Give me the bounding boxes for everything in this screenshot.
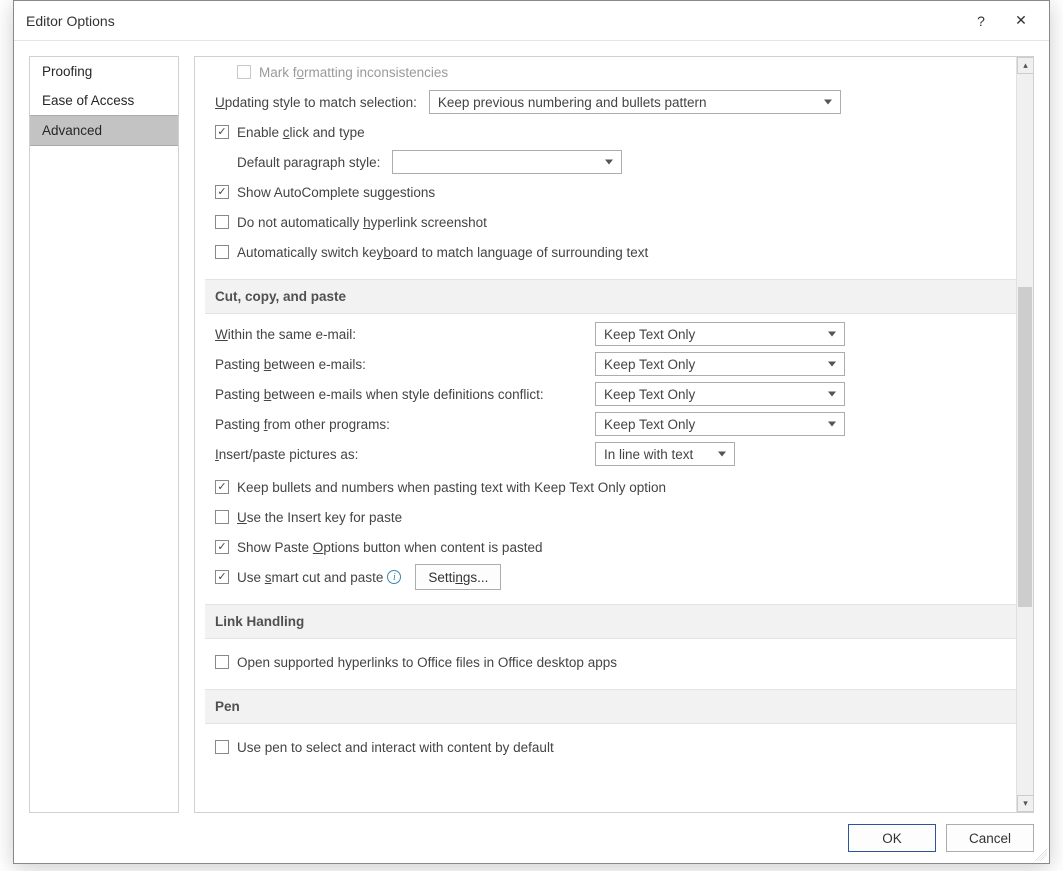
dialog-footer: OK Cancel [14,813,1049,863]
row-use-pen-select: Use pen to select and interact with cont… [205,732,1016,762]
checkbox-auto-switch-keyboard[interactable] [215,245,229,259]
label-keep-bullets: Keep bullets and numbers when pasting te… [237,480,666,495]
row-show-autocomplete: Show AutoComplete suggestions [205,177,1016,207]
checkbox-mark-formatting[interactable] [237,65,251,79]
label-mark-formatting: Mark formatting inconsistencies [259,65,448,80]
select-between[interactable]: Keep Text Only [595,352,845,376]
label-enable-click-type: Enable click and type [237,125,365,140]
close-icon: ✕ [1015,12,1027,29]
label-within-same: Within the same e-mail: [215,323,595,346]
help-button[interactable]: ? [961,5,1001,37]
sidebar: Proofing Ease of Access Advanced [29,56,179,813]
content-scroll: Mark formatting inconsistencies Updating… [195,57,1016,812]
select-from-other[interactable]: Keep Text Only [595,412,845,436]
select-default-paragraph-style[interactable] [392,150,622,174]
row-use-insert-key: Use the Insert key for paste [205,502,1016,532]
row-updating-style: Updating style to match selection: Keep … [205,87,1016,117]
select-insert-pictures-value: In line with text [604,447,693,462]
select-between-conflict-value: Keep Text Only [604,387,695,402]
label-no-auto-hyperlink: Do not automatically hyperlink screensho… [237,215,487,230]
dialog-body: Proofing Ease of Access Advanced Mark fo… [14,41,1049,813]
vertical-scrollbar[interactable]: ▴ ▾ [1016,57,1033,812]
scroll-up-arrow[interactable]: ▴ [1017,57,1034,74]
checkbox-open-hyperlinks-desktop[interactable] [215,655,229,669]
label-insert-pictures: Insert/paste pictures as: [215,443,595,466]
row-keep-bullets: Keep bullets and numbers when pasting te… [205,472,1016,502]
sidebar-item-proofing[interactable]: Proofing [30,57,178,86]
label-updating-style: Updating style to match selection: [215,95,417,110]
checkbox-smart-cut-paste[interactable] [215,570,229,584]
section-link-handling: Link Handling [205,604,1016,639]
checkbox-use-insert-key[interactable] [215,510,229,524]
scroll-thumb[interactable] [1018,287,1032,607]
row-auto-switch-keyboard: Automatically switch keyboard to match l… [205,237,1016,267]
select-insert-pictures[interactable]: In line with text [595,442,735,466]
label-between-conflict: Pasting between e-mails when style defin… [215,383,595,406]
checkbox-show-paste-options[interactable] [215,540,229,554]
editor-options-dialog: Editor Options ? ✕ Proofing Ease of Acce… [13,0,1050,864]
label-between: Pasting between e-mails: [215,353,595,376]
select-from-other-value: Keep Text Only [604,417,695,432]
titlebar: Editor Options ? ✕ [14,1,1049,41]
settings-button[interactable]: Settings... [415,564,501,590]
select-between-conflict[interactable]: Keep Text Only [595,382,845,406]
label-use-insert-key: Use the Insert key for paste [237,510,402,525]
label-use-pen-select: Use pen to select and interact with cont… [237,740,554,755]
checkbox-enable-click-type[interactable] [215,125,229,139]
label-show-paste-options: Show Paste Options button when content i… [237,540,542,555]
paste-grid: Within the same e-mail: Keep Text Only P… [205,322,1016,466]
row-show-paste-options: Show Paste Options button when content i… [205,532,1016,562]
label-show-autocomplete: Show AutoComplete suggestions [237,185,435,200]
cancel-button[interactable]: Cancel [946,824,1034,852]
content-area: Mark formatting inconsistencies Updating… [194,56,1034,813]
row-enable-click-type: Enable click and type [205,117,1016,147]
checkbox-use-pen-select[interactable] [215,740,229,754]
checkbox-no-auto-hyperlink[interactable] [215,215,229,229]
select-updating-style-value: Keep previous numbering and bullets patt… [438,95,707,110]
checkbox-show-autocomplete[interactable] [215,185,229,199]
checkbox-keep-bullets[interactable] [215,480,229,494]
label-default-paragraph-style: Default paragraph style: [237,155,380,170]
row-smart-cut-paste: Use smart cut and paste i Settings... [205,562,1016,592]
row-default-paragraph-style: Default paragraph style: [205,147,1016,177]
section-cut-copy-paste: Cut, copy, and paste [205,279,1016,314]
select-updating-style[interactable]: Keep previous numbering and bullets patt… [429,90,841,114]
label-smart-cut-paste: Use smart cut and paste [237,570,383,585]
sidebar-item-ease-of-access[interactable]: Ease of Access [30,86,178,115]
dialog-title: Editor Options [26,13,961,29]
section-pen: Pen [205,689,1016,724]
sidebar-item-advanced[interactable]: Advanced [30,115,178,146]
select-between-value: Keep Text Only [604,357,695,372]
close-button[interactable]: ✕ [1001,5,1041,37]
help-icon: ? [977,13,985,29]
resize-grip[interactable] [1035,849,1047,861]
select-within-same[interactable]: Keep Text Only [595,322,845,346]
label-auto-switch-keyboard: Automatically switch keyboard to match l… [237,245,648,260]
scroll-down-arrow[interactable]: ▾ [1017,795,1034,812]
label-open-hyperlinks-desktop: Open supported hyperlinks to Office file… [237,655,617,670]
select-within-same-value: Keep Text Only [604,327,695,342]
row-no-auto-hyperlink: Do not automatically hyperlink screensho… [205,207,1016,237]
label-from-other: Pasting from other programs: [215,413,595,436]
row-open-hyperlinks-desktop: Open supported hyperlinks to Office file… [205,647,1016,677]
row-mark-formatting: Mark formatting inconsistencies [205,57,1016,87]
ok-button[interactable]: OK [848,824,936,852]
info-icon[interactable]: i [387,570,401,584]
